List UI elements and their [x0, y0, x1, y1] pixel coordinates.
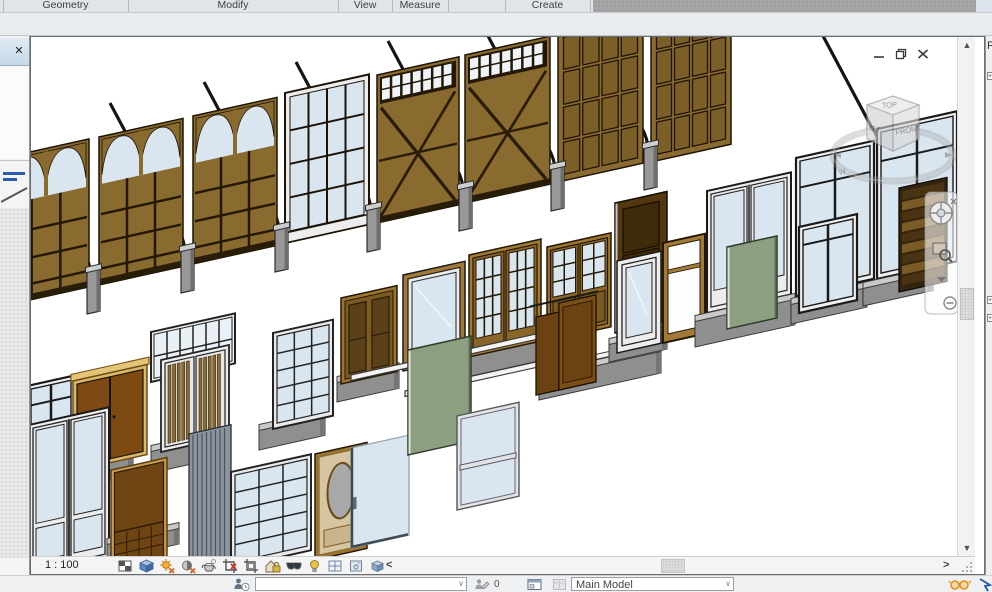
drawing-area-window: W TOP LEFT FRONT ▲ ▼ 1	[30, 36, 985, 575]
ribbon-panel-modify[interactable]: Modify	[128, 0, 338, 12]
design-option-combobox[interactable]: Main Model ∨	[571, 577, 734, 591]
revit-window: { "ribbon": { "panels": [ { "label": "Ge…	[0, 0, 992, 592]
press-drag-filter-icon[interactable]	[977, 577, 992, 592]
view-control-icons	[117, 558, 386, 574]
sun-path-icon[interactable]	[159, 558, 176, 574]
vertical-scrollbar[interactable]: ▲ ▼	[957, 37, 975, 556]
restore-icon[interactable]	[894, 47, 908, 61]
temporary-hide-isolate-icon[interactable]	[285, 558, 302, 574]
close-icon[interactable]: ✕	[13, 45, 25, 57]
rendering-dialog-icon[interactable]	[201, 558, 218, 574]
resize-grip[interactable]	[961, 561, 973, 573]
reveal-hidden-elements-icon[interactable]	[306, 558, 323, 574]
visual-style-icon[interactable]	[138, 558, 155, 574]
model-canvas[interactable]	[31, 37, 957, 556]
ribbon-divider	[3, 0, 4, 12]
options-bar	[0, 13, 992, 36]
ribbon-collapsed-area	[593, 0, 976, 12]
view-control-bar: 1 : 100 < >	[31, 556, 975, 574]
ribbon-panel-geometry[interactable]: Geometry	[3, 0, 128, 12]
displacement-sets-icon[interactable]	[369, 558, 386, 574]
status-bar: ∨ 0 Main Model ∨	[0, 575, 992, 592]
project-browser-edge[interactable]: P + + +	[985, 36, 992, 575]
ribbon-panel-view[interactable]: View	[338, 0, 392, 12]
scroll-right-icon[interactable]: >	[943, 559, 957, 573]
properties-palette-edge: ✕	[0, 36, 30, 575]
temporary-view-properties-icon[interactable]	[348, 558, 365, 574]
inactive-option-icon	[551, 577, 568, 592]
view-lock-icon[interactable]	[264, 558, 281, 574]
crop-view-icon[interactable]	[222, 558, 239, 574]
shadows-icon[interactable]	[180, 558, 197, 574]
worksharing-display-icon[interactable]	[327, 558, 344, 574]
vertical-scroll-thumb[interactable]	[960, 288, 974, 320]
horizontal-scroll-thumb[interactable]	[661, 559, 685, 573]
palette-link-text[interactable]	[3, 172, 25, 175]
close-icon[interactable]	[916, 47, 930, 61]
tree-expand-icon[interactable]: +	[987, 72, 992, 80]
scroll-left-icon[interactable]: <	[386, 559, 400, 573]
show-crop-region-icon[interactable]	[243, 558, 260, 574]
scroll-up-icon[interactable]: ▲	[958, 37, 976, 53]
detail-level-icon[interactable]	[117, 558, 134, 574]
editing-requests-count: 0	[494, 579, 500, 590]
chevron-down-icon: ∨	[725, 579, 731, 588]
palette-body	[0, 67, 29, 159]
tree-expand-icon[interactable]: +	[987, 296, 992, 304]
worksets-icon[interactable]	[233, 577, 250, 592]
palette-header: ✕	[0, 38, 29, 66]
active-design-option: Main Model	[576, 579, 633, 591]
palette-texture-area	[0, 208, 29, 558]
ribbon-panel-create[interactable]: Create	[505, 0, 590, 12]
ribbon-panel-labels: Geometry Modify View Measure Create	[0, 0, 992, 13]
ribbon-right-cap	[976, 0, 992, 12]
palette-preview-fragment	[1, 184, 29, 206]
ribbon-panel-measure[interactable]: Measure	[392, 0, 448, 12]
ribbon-divider	[505, 0, 506, 12]
design-options-icon[interactable]	[526, 577, 543, 592]
right-panel-title: P	[987, 40, 992, 52]
editing-requests-icon[interactable]	[473, 577, 490, 592]
view-window-controls	[872, 47, 938, 63]
ribbon-divider	[392, 0, 393, 12]
workset-combobox[interactable]: ∨	[255, 577, 467, 591]
view-cube[interactable]: W TOP LEFT FRONT	[823, 87, 963, 205]
ribbon-divider	[128, 0, 129, 12]
ribbon-divider	[448, 0, 449, 12]
navigation-bar[interactable]	[924, 191, 960, 323]
minimize-icon[interactable]	[872, 47, 886, 61]
ribbon-divider	[590, 0, 591, 12]
chevron-down-icon: ∨	[458, 579, 464, 588]
exclude-options-icon[interactable]	[949, 577, 971, 592]
tree-expand-icon[interactable]: +	[987, 314, 992, 322]
viewcube-top-label: TOP	[882, 100, 898, 110]
scroll-down-icon[interactable]: ▼	[958, 540, 976, 556]
palette-link-text[interactable]	[3, 178, 17, 181]
palette-divider	[0, 160, 29, 161]
view-scale-button[interactable]: 1 : 100	[45, 559, 105, 573]
ribbon-divider	[338, 0, 339, 12]
